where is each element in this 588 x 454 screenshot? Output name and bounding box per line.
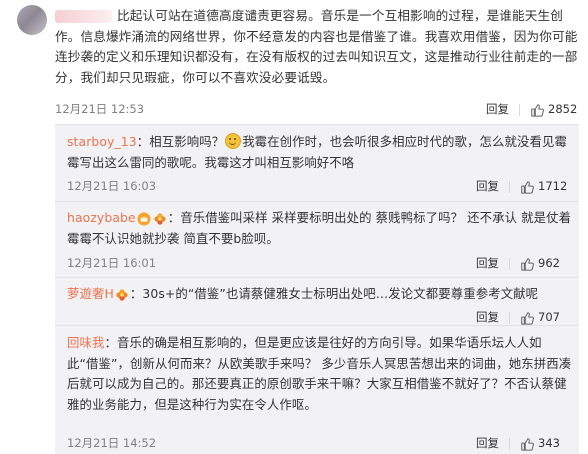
like-button[interactable]: 2852 [530,102,578,117]
timestamp: 12月21日 16:01 [67,256,157,270]
vip-crown-badge-icon [137,212,151,225]
reply-actions: 回复 707 [476,309,560,325]
timestamp: 12月21日 16:03 [67,179,157,193]
flower-badge-icon [154,212,166,225]
timestamp: 12月21日 14:52 [67,436,157,450]
like-count: 2852 [548,102,578,116]
divider [509,437,510,450]
like-button[interactable]: 962 [520,256,560,271]
divider [509,311,510,324]
replies-panel: starboy_13：相互影响吗？ 我霉在创作时，也会听很多相应时代的歌，怎么就没… [55,124,579,454]
reply-username[interactable]: starboy_13 [67,134,137,149]
reply-item: haozybabe ：音乐借鉴叫采样 采样要标明出处的 蔡贱鸭标了吗？ 还不承认 … [55,201,579,277]
reply-username[interactable]: haozybabe [67,210,136,225]
divider [509,257,510,270]
thumbs-up-icon [531,103,544,117]
divider [519,103,520,116]
reply-item: 萝遊奢H ：30s+的“借鉴”也请蔡健雅女士标明出处吧…发论文都要尊重参考文献呢 … [55,277,579,330]
thumbs-up-icon [521,311,534,325]
reply-body: ：音乐的确是相互影响的，但是更应该是往好的方向引导。如果华语乐坛人人如此“借鉴”… [67,335,572,412]
like-count: 962 [538,256,560,270]
reply-button[interactable]: 回复 [476,256,499,270]
thumbs-up-icon [521,180,534,194]
like-button[interactable]: 1712 [520,179,568,194]
reply-actions: 回复 343 [476,435,560,451]
reply-button[interactable]: 回复 [486,102,509,116]
avatar[interactable] [17,5,47,35]
reply-text: 回味我：音乐的确是相互影响的，但是更应该是往好的方向引导。如果华语乐坛人人如此“… [67,333,572,415]
like-count: 343 [538,436,560,450]
like-count: 1712 [538,179,568,193]
reply-button[interactable]: 回复 [476,436,499,450]
thumbs-up-icon [521,437,534,451]
reply-username[interactable]: 回味我 [67,335,104,350]
like-button[interactable]: 343 [520,436,560,451]
like-button[interactable]: 707 [520,310,560,325]
divider [509,180,510,193]
reply-text: 萝遊奢H ：30s+的“借鉴”也请蔡健雅女士标明出处吧…发论文都要尊重参考文献呢 [67,284,572,305]
main-comment-text: 比起认可站在道德高度谴责更容易。音乐是一个互相影响的过程，是谁能天生创作。信息爆… [55,6,581,88]
reply-button[interactable]: 回复 [476,179,499,193]
reply-button[interactable]: 回复 [476,310,499,324]
reply-item: starboy_13：相互影响吗？ 我霉在创作时，也会听很多相应时代的歌，怎么就没… [55,125,579,201]
reply-text: haozybabe ：音乐借鉴叫采样 采样要标明出处的 蔡贱鸭标了吗？ 还不承认 … [67,208,572,249]
reply-text: starboy_13：相互影响吗？ 我霉在创作时，也会听很多相应时代的歌，怎么就没… [67,132,572,173]
reply-actions: 回复 962 [476,255,560,271]
like-count: 707 [538,310,560,324]
comment-body: 比起认可站在道德高度谴责更容易。音乐是一个互相影响的过程，是谁能天生创作。信息爆… [55,8,578,85]
thumbs-up-icon [521,257,534,271]
reply-body: ：相互影响吗？ [136,134,225,149]
comment-actions: 回复 2852 [486,101,577,117]
reply-body: ：30s+的“借鉴”也请蔡健雅女士标明出处吧…发论文都要尊重参考文献呢 [129,286,539,301]
flower-badge-icon [116,288,128,301]
timestamp: 12月21日 12:53 [55,102,145,116]
reply-item: 回味我：音乐的确是相互影响的，但是更应该是往好的方向引导。如果华语乐坛人人如此“… [55,325,579,454]
smile-emoji-icon [225,133,242,149]
reply-actions: 回复 1712 [476,178,567,194]
reply-username[interactable]: 萝遊奢H [67,286,114,301]
main-comment: 比起认可站在道德高度谴责更容易。音乐是一个互相影响的过程，是谁能天生创作。信息爆… [0,0,588,125]
